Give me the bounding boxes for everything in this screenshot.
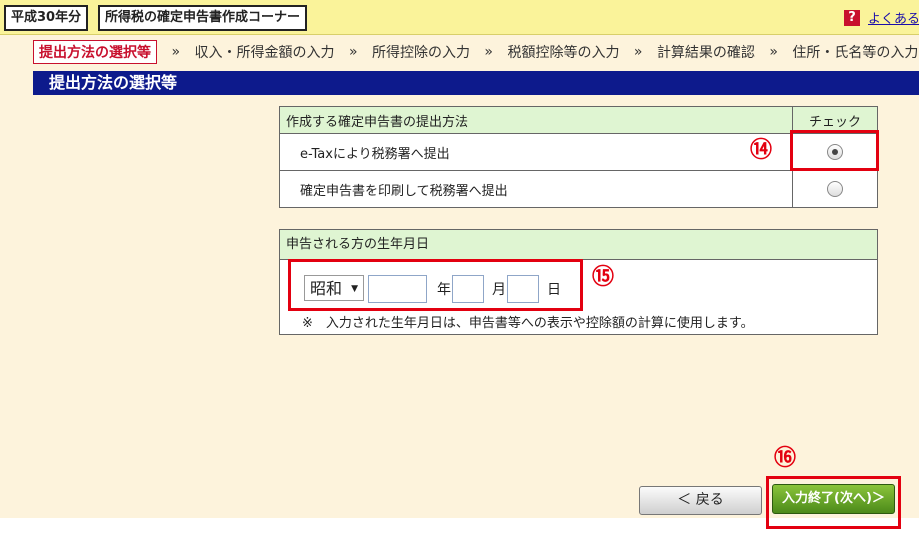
annotation-frame-birthdate	[288, 259, 583, 311]
print-radio[interactable]	[827, 181, 843, 197]
section-title: 提出方法の選択等	[33, 71, 919, 95]
submission-method-table: 作成する確定申告書の提出方法 チェック e-Taxにより税務署へ提出 確定申告書…	[279, 106, 878, 208]
back-button[interactable]: ＜ 戻る	[639, 486, 762, 515]
submission-option-print[interactable]: 確定申告書を印刷して税務署へ提出	[279, 170, 878, 208]
step-separator: »	[171, 44, 181, 60]
step-item: 収入・所得金額の入力	[194, 45, 335, 61]
faq-link[interactable]: よくある	[868, 12, 919, 27]
step-separator: »	[348, 44, 358, 60]
step-breadcrumb: 提出方法の選択等 » 収入・所得金額の入力 » 所得控除の入力 » 税額控除等の…	[33, 40, 918, 64]
submission-option-etax[interactable]: e-Taxにより税務署へ提出	[279, 133, 878, 171]
step-separator: »	[484, 44, 493, 60]
annotation-number-14: ⑭	[750, 138, 773, 163]
step-item: 住所・氏名等の入力	[792, 45, 919, 61]
step-separator: »	[769, 44, 778, 60]
annotation-number-16: ⑯	[774, 446, 797, 471]
step-item: 税額控除等の入力	[507, 45, 620, 61]
tax-year-label: 平成30年分	[4, 5, 89, 31]
step-item: 所得控除の入力	[371, 45, 470, 61]
question-icon[interactable]: ?	[844, 9, 860, 26]
header-bar: 平成30年分 所得税の確定申告書作成コーナー ? よくある	[0, 0, 919, 35]
annotation-number-15: ⑮	[592, 265, 615, 290]
option-label: 確定申告書を印刷して税務署へ提出	[279, 170, 793, 208]
option-label: e-Taxにより税務署へ提出	[279, 133, 793, 171]
birthdate-header: 申告される方の生年月日	[280, 230, 877, 260]
birthdate-note: ※ 入力された生年月日は、申告書等への表示や控除額の計算に使用します。	[302, 316, 754, 331]
step-current: 提出方法の選択等	[33, 40, 157, 64]
next-button[interactable]: 入力終了(次へ)＞	[772, 484, 895, 514]
corner-title: 所得税の確定申告書作成コーナー	[98, 5, 308, 31]
submission-header: 作成する確定申告書の提出方法	[279, 106, 793, 134]
step-separator: »	[633, 44, 643, 60]
step-item: 計算結果の確認	[656, 45, 755, 61]
annotation-frame-check	[790, 130, 879, 171]
help-link[interactable]: ? よくある	[844, 8, 919, 27]
